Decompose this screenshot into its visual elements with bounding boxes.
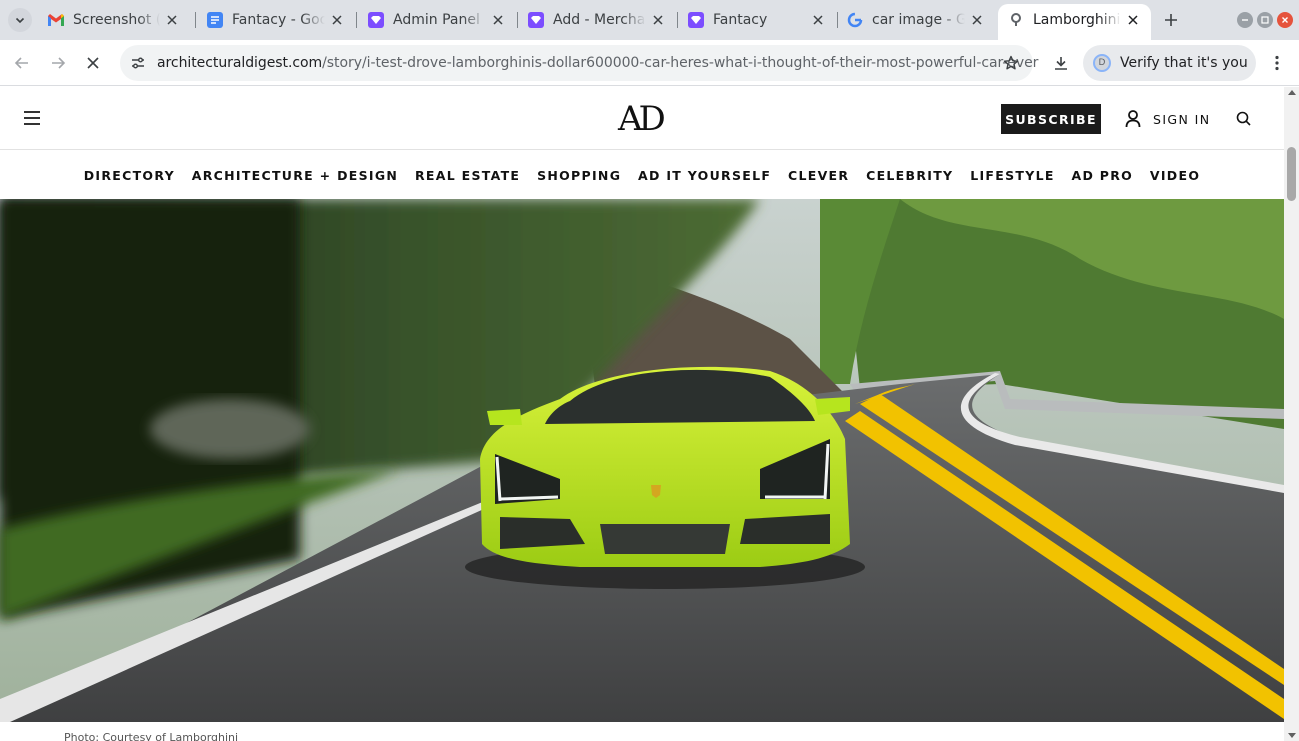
tab-strip: Screenshot ( Fantacy - Goo Admin Panel A… — [0, 0, 1299, 40]
close-icon[interactable] — [1125, 12, 1141, 28]
arrow-right-icon — [52, 57, 66, 69]
bookmark-star-icon[interactable] — [1001, 53, 1021, 73]
more-vert-icon — [1275, 55, 1279, 71]
close-icon[interactable] — [490, 12, 506, 28]
tab-search-button[interactable] — [8, 8, 32, 32]
sign-in-link[interactable]: SIGN IN — [1125, 108, 1210, 130]
nav-real-estate[interactable]: REAL ESTATE — [415, 168, 520, 183]
browser-menu-button[interactable] — [1265, 49, 1289, 77]
tab-admin-panel[interactable]: Admin Panel — [358, 4, 516, 36]
tab-fantacy[interactable]: Fantacy — [678, 4, 836, 36]
address-bar[interactable]: architecturaldigest.com/story/i-test-dro… — [120, 45, 1038, 81]
tab-title: car image - G — [872, 12, 965, 28]
close-icon[interactable] — [164, 12, 180, 28]
tab-title: Fantacy — [713, 12, 768, 28]
nav-ad-it-yourself[interactable]: AD IT YOURSELF — [638, 168, 771, 183]
nav-ad-pro[interactable]: AD PRO — [1071, 168, 1133, 183]
photo-caption: Photo: Courtesy of Lamborghini — [64, 731, 239, 741]
download-icon — [1055, 57, 1067, 70]
tab-title: Add - Mercha — [553, 12, 646, 28]
app-icon — [688, 12, 704, 28]
new-tab-button[interactable] — [1159, 8, 1183, 32]
nav-architecture-design[interactable]: ARCHITECTURE + DESIGN — [192, 168, 398, 183]
maximize-icon — [1261, 16, 1269, 24]
close-icon[interactable] — [969, 12, 985, 28]
nav-lifestyle[interactable]: LIFESTYLE — [970, 168, 1054, 183]
nav-video[interactable]: VIDEO — [1150, 168, 1200, 183]
tab-screenshot[interactable]: Screenshot ( — [38, 4, 190, 36]
close-icon[interactable] — [329, 12, 345, 28]
window-close-button[interactable] — [1277, 12, 1293, 28]
tab-separator — [356, 12, 357, 28]
sign-in-label: SIGN IN — [1153, 111, 1211, 127]
site-nav: DIRECTORY ARCHITECTURE + DESIGN REAL EST… — [0, 151, 1284, 199]
nav-directory[interactable]: DIRECTORY — [84, 168, 175, 183]
tab-title: Admin Panel — [393, 12, 480, 28]
avatar: D — [1093, 54, 1111, 72]
tab-add-merchant[interactable]: Add - Mercha — [518, 4, 676, 36]
hero-image — [0, 199, 1284, 722]
url-host: architecturaldigest.com — [157, 55, 323, 71]
arrow-left-icon — [14, 57, 28, 69]
site-logo[interactable]: AD — [618, 99, 666, 139]
site-icon — [1008, 12, 1024, 28]
scrollbar-thumb[interactable] — [1287, 147, 1296, 201]
tab-separator — [195, 12, 196, 28]
search-icon[interactable] — [1235, 110, 1253, 128]
verify-identity-chip[interactable]: D Verify that it's you — [1083, 45, 1256, 81]
tab-title: Fantacy - Goo — [232, 12, 325, 28]
verify-label: Verify that it's you — [1120, 55, 1248, 71]
google-docs-icon — [207, 12, 223, 28]
nav-shopping[interactable]: SHOPPING — [537, 168, 621, 183]
nav-celebrity[interactable]: CELEBRITY — [866, 168, 953, 183]
tab-lamborghini[interactable]: Lamborghini — [998, 4, 1151, 40]
nav-clever[interactable]: CLEVER — [788, 168, 849, 183]
scroll-down-arrow-icon[interactable] — [1288, 733, 1296, 738]
maximize-button[interactable] — [1257, 12, 1273, 28]
back-button[interactable] — [8, 49, 36, 77]
tab-title: Lamborghini — [1033, 12, 1121, 28]
forward-button[interactable] — [44, 49, 72, 77]
user-icon — [1125, 110, 1141, 128]
scroll-up-arrow-icon[interactable] — [1288, 90, 1296, 95]
menu-icon[interactable] — [24, 111, 40, 125]
url-path: /story/i-test-drove-lamborghinis-dollar6… — [322, 55, 1039, 71]
browser-toolbar: architecturaldigest.com/story/i-test-dro… — [0, 40, 1299, 86]
tab-car-image[interactable]: car image - G — [837, 4, 995, 36]
plus-icon — [1165, 14, 1177, 26]
site-info-icon[interactable] — [128, 53, 148, 73]
gmail-icon — [48, 12, 64, 28]
lamborghini-photo — [0, 199, 1284, 722]
url-text: architecturaldigest.com/story/i-test-dro… — [157, 54, 1038, 72]
downloads-button[interactable] — [1047, 49, 1075, 77]
minimize-icon — [1242, 19, 1248, 21]
site-header: AD SUBSCRIBE SIGN IN — [0, 87, 1284, 150]
minimize-button[interactable] — [1237, 12, 1253, 28]
app-icon — [368, 12, 384, 28]
close-icon — [87, 57, 99, 69]
close-icon[interactable] — [810, 12, 826, 28]
tab-fantacy-docs[interactable]: Fantacy - Goo — [197, 4, 355, 36]
stop-loading-button[interactable] — [79, 49, 107, 77]
web-page: AD SUBSCRIBE SIGN IN DIRECTORY ARCHITECT… — [0, 87, 1284, 741]
close-icon[interactable] — [650, 12, 666, 28]
close-icon — [1282, 17, 1288, 23]
app-icon — [528, 12, 544, 28]
google-icon — [847, 12, 863, 28]
chevron-down-icon — [15, 17, 25, 24]
tab-title: Screenshot ( — [73, 12, 160, 28]
subscribe-button[interactable]: SUBSCRIBE — [1001, 104, 1101, 134]
page-scrollbar[interactable] — [1284, 87, 1299, 741]
